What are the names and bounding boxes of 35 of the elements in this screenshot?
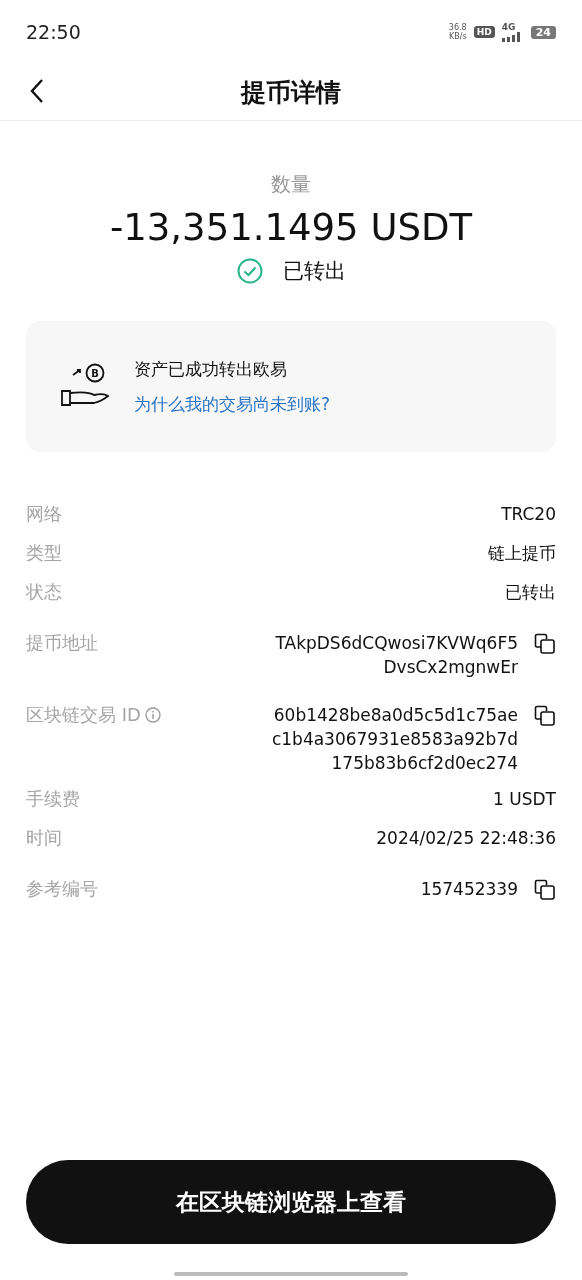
copy-icon[interactable]	[534, 705, 556, 727]
status-text: 已转出	[282, 258, 346, 285]
network-type: 4G	[501, 22, 516, 32]
detail-label: 状态	[26, 580, 62, 604]
detail-value: TRC20	[501, 503, 556, 526]
detail-value: 60b1428be8a0d5c5d1c75ae	[273, 704, 518, 727]
amount-value: -13,351.1495 USDT	[109, 206, 473, 249]
detail-label: 区块链交易 ID	[26, 703, 141, 727]
copy-icon[interactable]	[534, 879, 556, 901]
detail-value: 链上提币	[488, 542, 556, 565]
detail-label: 时间	[26, 826, 62, 850]
detail-value: DvsCx2mgnwEr	[383, 656, 518, 679]
detail-label: 手续费	[26, 787, 80, 811]
copy-icon[interactable]	[534, 633, 556, 655]
detail-value: TAkpDS6dCQwosi7KVWq6F5	[275, 632, 518, 655]
view-on-explorer-button[interactable]: 在区块链浏览器上查看	[26, 1160, 556, 1244]
info-icon[interactable]	[144, 707, 161, 723]
detail-value: 1 USDT	[493, 788, 556, 811]
detail-label: 参考编号	[26, 877, 98, 901]
status-time: 22:50	[26, 21, 81, 43]
detail-value: 175b83b6cf2d0ec274	[331, 752, 518, 775]
page-title: 提币详情	[241, 76, 341, 109]
notice-text: 资产已成功转出欧易	[134, 357, 288, 381]
help-link[interactable]: 为什么我的交易尚未到账?	[134, 392, 331, 416]
detail-value: 已转出	[505, 581, 556, 604]
amount-label: 数量	[271, 171, 311, 198]
hd-badge: HD	[473, 26, 495, 38]
network-speed: 36.8 KB/s	[448, 23, 467, 41]
detail-label: 提币地址	[26, 631, 98, 655]
detail-value: 157452339	[420, 878, 518, 901]
detail-label: 网络	[26, 502, 62, 526]
battery-level: 24	[530, 25, 556, 39]
detail-label: 类型	[26, 541, 62, 565]
detail-value: c1b4a3067931e8583a92b7d	[271, 728, 518, 751]
detail-value: 2024/02/25 22:48:36	[376, 827, 556, 850]
